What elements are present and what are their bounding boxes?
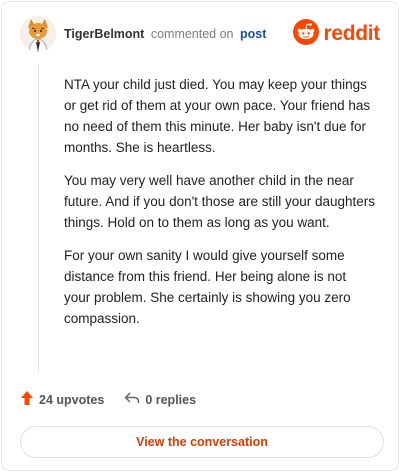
reply-count: 0 replies: [145, 392, 197, 407]
comment-paragraph: For your own sanity I would give yoursel…: [64, 248, 351, 326]
action-text: commented on: [150, 27, 234, 41]
comment-header: TigerBelmont commented on post reddit: [20, 16, 380, 54]
upvote-arrow-icon: [20, 390, 34, 409]
comment-body: NTA your child just died. You may keep y…: [64, 74, 376, 341]
comment-paragraph: NTA your child just died. You may keep y…: [64, 77, 371, 155]
post-link[interactable]: post: [240, 27, 266, 41]
thread-line: [38, 64, 39, 372]
upvote-button[interactable]: 24 upvotes: [20, 390, 104, 409]
reddit-logo-icon: [293, 18, 320, 50]
username-link[interactable]: TigerBelmont: [64, 27, 144, 41]
avatar[interactable]: [20, 16, 56, 52]
comment-meta: TigerBelmont commented on post: [64, 27, 266, 41]
reddit-logo[interactable]: reddit: [293, 18, 380, 50]
comment-paragraph: You may very well have another child in …: [64, 173, 376, 230]
comment-actions: 24 upvotes 0 replies: [20, 390, 216, 409]
upvote-count: 24 upvotes: [39, 392, 105, 407]
reddit-wordmark: reddit: [323, 22, 380, 45]
reply-arrow-icon: [124, 391, 140, 408]
reply-button[interactable]: 0 replies: [124, 391, 196, 408]
view-conversation-button[interactable]: View the conversation: [20, 426, 384, 458]
embedded-comment-card: TigerBelmont commented on post reddit NT…: [1, 1, 399, 471]
